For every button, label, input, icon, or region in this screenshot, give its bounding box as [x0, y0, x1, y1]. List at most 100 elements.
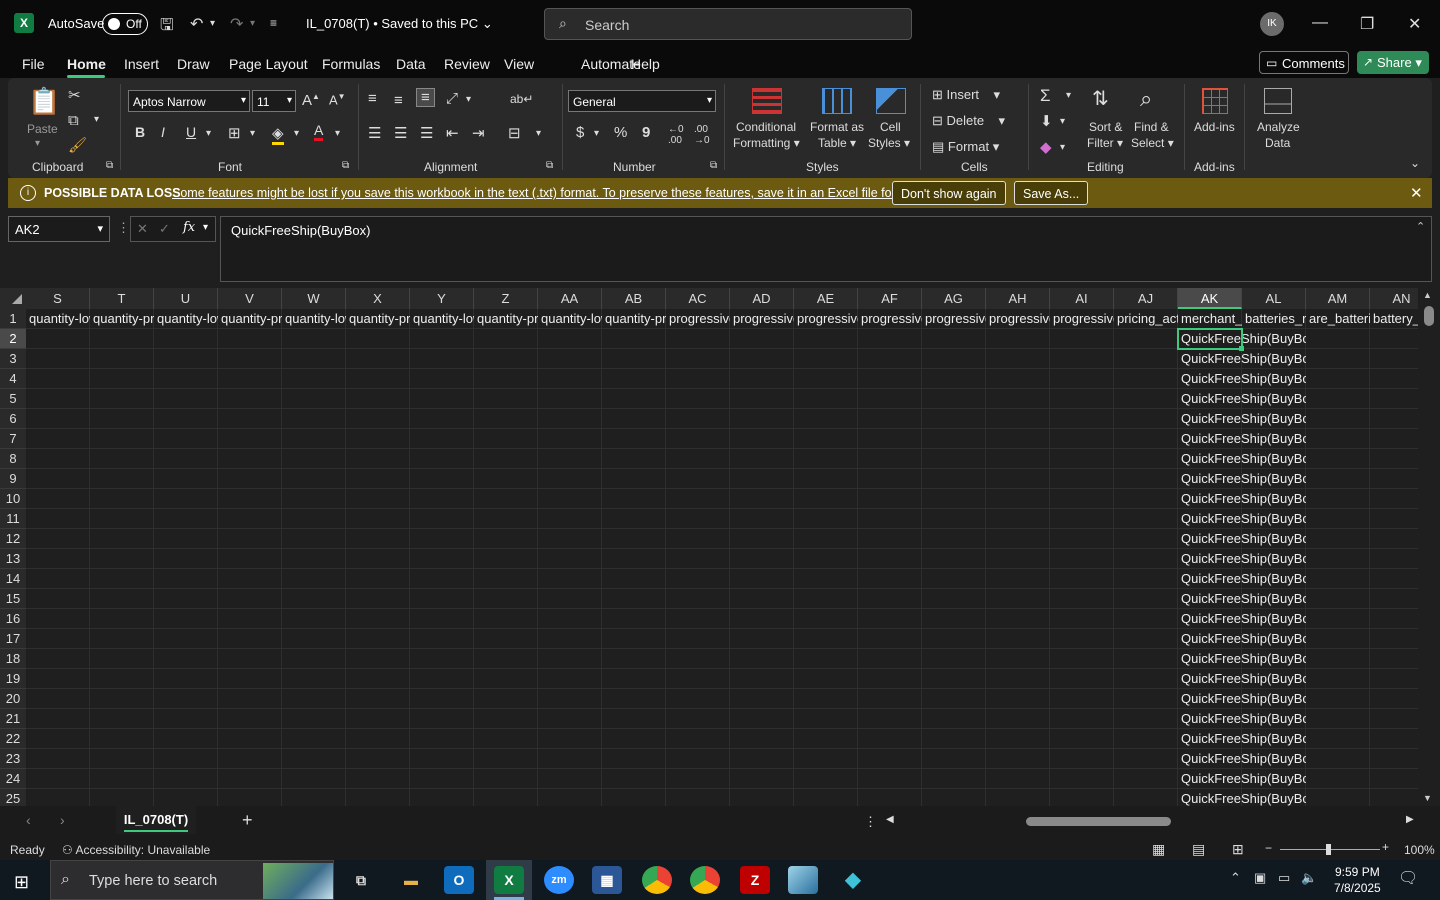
data-cell[interactable]: QuickFreeShip(BuyBox): [1178, 609, 1306, 629]
insert-function-icon[interactable]: fx: [183, 220, 195, 235]
header-cell[interactable]: progressive_discount_lower_bound2: [858, 309, 922, 329]
format-as-table-icon[interactable]: [822, 88, 852, 114]
save-as-button[interactable]: Save As...: [1014, 181, 1089, 205]
align-right-icon[interactable]: ☰: [420, 124, 433, 142]
data-cell[interactable]: QuickFreeShip(BuyBox): [1178, 569, 1306, 589]
insert-cells-button[interactable]: ⊞ Insert ▾: [932, 87, 1000, 103]
header-cell[interactable]: quantity-price5: [602, 309, 666, 329]
row-header[interactable]: 7: [0, 429, 26, 449]
prev-sheet-icon[interactable]: ‹: [26, 812, 31, 828]
header-cell[interactable]: battery_type: [1370, 309, 1418, 329]
data-cell[interactable]: QuickFreeShip(BuyBox): [1178, 349, 1306, 369]
align-top-icon[interactable]: ≡: [368, 90, 377, 107]
copy-dropdown-icon[interactable]: ▾: [94, 114, 99, 125]
copy-icon[interactable]: ⧉: [68, 112, 79, 129]
task-view-icon[interactable]: ⧉: [346, 866, 376, 894]
row-header[interactable]: 4: [0, 369, 26, 389]
zoom-out-icon[interactable]: −: [1265, 841, 1272, 855]
column-header[interactable]: AH: [986, 288, 1050, 309]
tab-file[interactable]: File: [22, 56, 45, 72]
row-header[interactable]: 12: [0, 529, 26, 549]
tab-draw[interactable]: Draw: [177, 56, 210, 72]
zoom-level[interactable]: 100%: [1404, 843, 1435, 857]
vertical-scrollbar[interactable]: ▲ ▼: [1418, 288, 1440, 806]
borders-icon[interactable]: ⊞: [228, 124, 241, 142]
column-header[interactable]: T: [90, 288, 154, 309]
tab-view[interactable]: View: [504, 56, 534, 72]
tab-home[interactable]: Home: [67, 56, 106, 72]
font-launcher-icon[interactable]: ⧉: [342, 160, 349, 171]
filter-label[interactable]: Filter ▾: [1087, 136, 1123, 150]
autosum-dropdown-icon[interactable]: ▾: [1066, 90, 1071, 101]
find-label[interactable]: Find &: [1134, 120, 1169, 134]
header-cell[interactable]: are_batteries_included: [1306, 309, 1370, 329]
app-icon[interactable]: [788, 866, 818, 894]
row-header[interactable]: 10: [0, 489, 26, 509]
scroll-right-icon[interactable]: ▶: [1406, 814, 1414, 825]
header-cell[interactable]: progressive_discount_lower_bound3: [986, 309, 1050, 329]
windows-start-icon[interactable]: ⊞: [14, 872, 29, 893]
scroll-down-icon[interactable]: ▼: [1423, 793, 1432, 803]
currency-dropdown-icon[interactable]: ▾: [594, 128, 599, 139]
row-header[interactable]: 5: [0, 389, 26, 409]
merge-center-icon[interactable]: ⊟: [508, 124, 521, 142]
zoom-in-icon[interactable]: +: [1382, 840, 1389, 854]
cancel-icon[interactable]: ✕: [137, 221, 148, 237]
align-left-icon[interactable]: ☰: [368, 124, 381, 142]
close-icon[interactable]: ✕: [1410, 184, 1423, 202]
underline-icon[interactable]: U: [186, 124, 196, 140]
conditional-label[interactable]: Conditional: [736, 120, 796, 134]
data-cell[interactable]: QuickFreeShip(BuyBox): [1178, 549, 1306, 569]
header-cell[interactable]: progressive_discount_value1: [794, 309, 858, 329]
collapse-formula-bar-icon[interactable]: ⌃: [1416, 220, 1425, 233]
enter-icon[interactable]: ✓: [159, 221, 170, 237]
row-header[interactable]: 21: [0, 709, 26, 729]
header-cell[interactable]: quantity-price1: [90, 309, 154, 329]
header-cell[interactable]: progressive_discount_lower_bound1: [730, 309, 794, 329]
borders-dropdown-icon[interactable]: ▾: [250, 128, 255, 139]
percent-icon[interactable]: %: [614, 124, 627, 141]
row-header[interactable]: 1: [0, 309, 26, 329]
excel-icon[interactable]: X: [494, 866, 524, 894]
orientation-icon[interactable]: ⤢: [446, 90, 458, 107]
decrease-font-icon[interactable]: A▼: [329, 92, 346, 107]
align-bottom-icon[interactable]: ≡: [416, 88, 435, 107]
paste-label[interactable]: Paste: [27, 122, 58, 136]
format-as-label[interactable]: Format as: [810, 120, 864, 134]
fill-color-icon[interactable]: ◈: [272, 124, 284, 145]
column-header[interactable]: AF: [858, 288, 922, 309]
row-header[interactable]: 18: [0, 649, 26, 669]
tab-insert[interactable]: Insert: [124, 56, 159, 72]
column-header[interactable]: AB: [602, 288, 666, 309]
minimize-icon[interactable]: —: [1312, 14, 1328, 32]
data-cell[interactable]: QuickFreeShip(BuyBox): [1178, 529, 1306, 549]
data-cell[interactable]: QuickFreeShip(BuyBox): [1178, 769, 1306, 789]
increase-decimal-icon[interactable]: ←0.00: [668, 124, 684, 146]
column-header[interactable]: W: [282, 288, 346, 309]
chrome-icon[interactable]: [642, 866, 672, 894]
tab-review[interactable]: Review: [444, 56, 490, 72]
formula-input[interactable]: QuickFreeShip(BuyBox): [220, 216, 1432, 282]
column-header[interactable]: AL: [1242, 288, 1306, 309]
orientation-dropdown-icon[interactable]: ▾: [466, 94, 471, 105]
font-family-select[interactable]: Aptos Narrow ▾: [128, 90, 250, 112]
column-header[interactable]: AG: [922, 288, 986, 309]
next-sheet-icon[interactable]: ›: [60, 812, 65, 828]
merge-dropdown-icon[interactable]: ▾: [536, 128, 541, 139]
column-header[interactable]: AN: [1370, 288, 1418, 309]
row-header[interactable]: 6: [0, 409, 26, 429]
increase-indent-icon[interactable]: ⇥: [472, 124, 485, 142]
undo-dropdown-icon[interactable]: ▾: [210, 18, 215, 29]
decrease-decimal-icon[interactable]: .00 →0: [694, 124, 710, 146]
column-header[interactable]: AE: [794, 288, 858, 309]
more-options-icon[interactable]: ⋮: [864, 814, 877, 830]
header-cell[interactable]: quantity-lower-bound4: [410, 309, 474, 329]
header-cell[interactable]: quantity-lower-bound3: [282, 309, 346, 329]
scroll-left-icon[interactable]: ◀: [886, 814, 894, 825]
undo-icon[interactable]: ↶: [190, 14, 203, 34]
volume-icon[interactable]: 🔈: [1301, 870, 1317, 886]
cut-icon[interactable]: ✂: [68, 86, 81, 104]
redo-icon[interactable]: ↷: [230, 14, 243, 34]
clock[interactable]: 9:59 PM 7/8/2025: [1334, 864, 1381, 896]
header-cell[interactable]: quantity-lower-bound2: [154, 309, 218, 329]
